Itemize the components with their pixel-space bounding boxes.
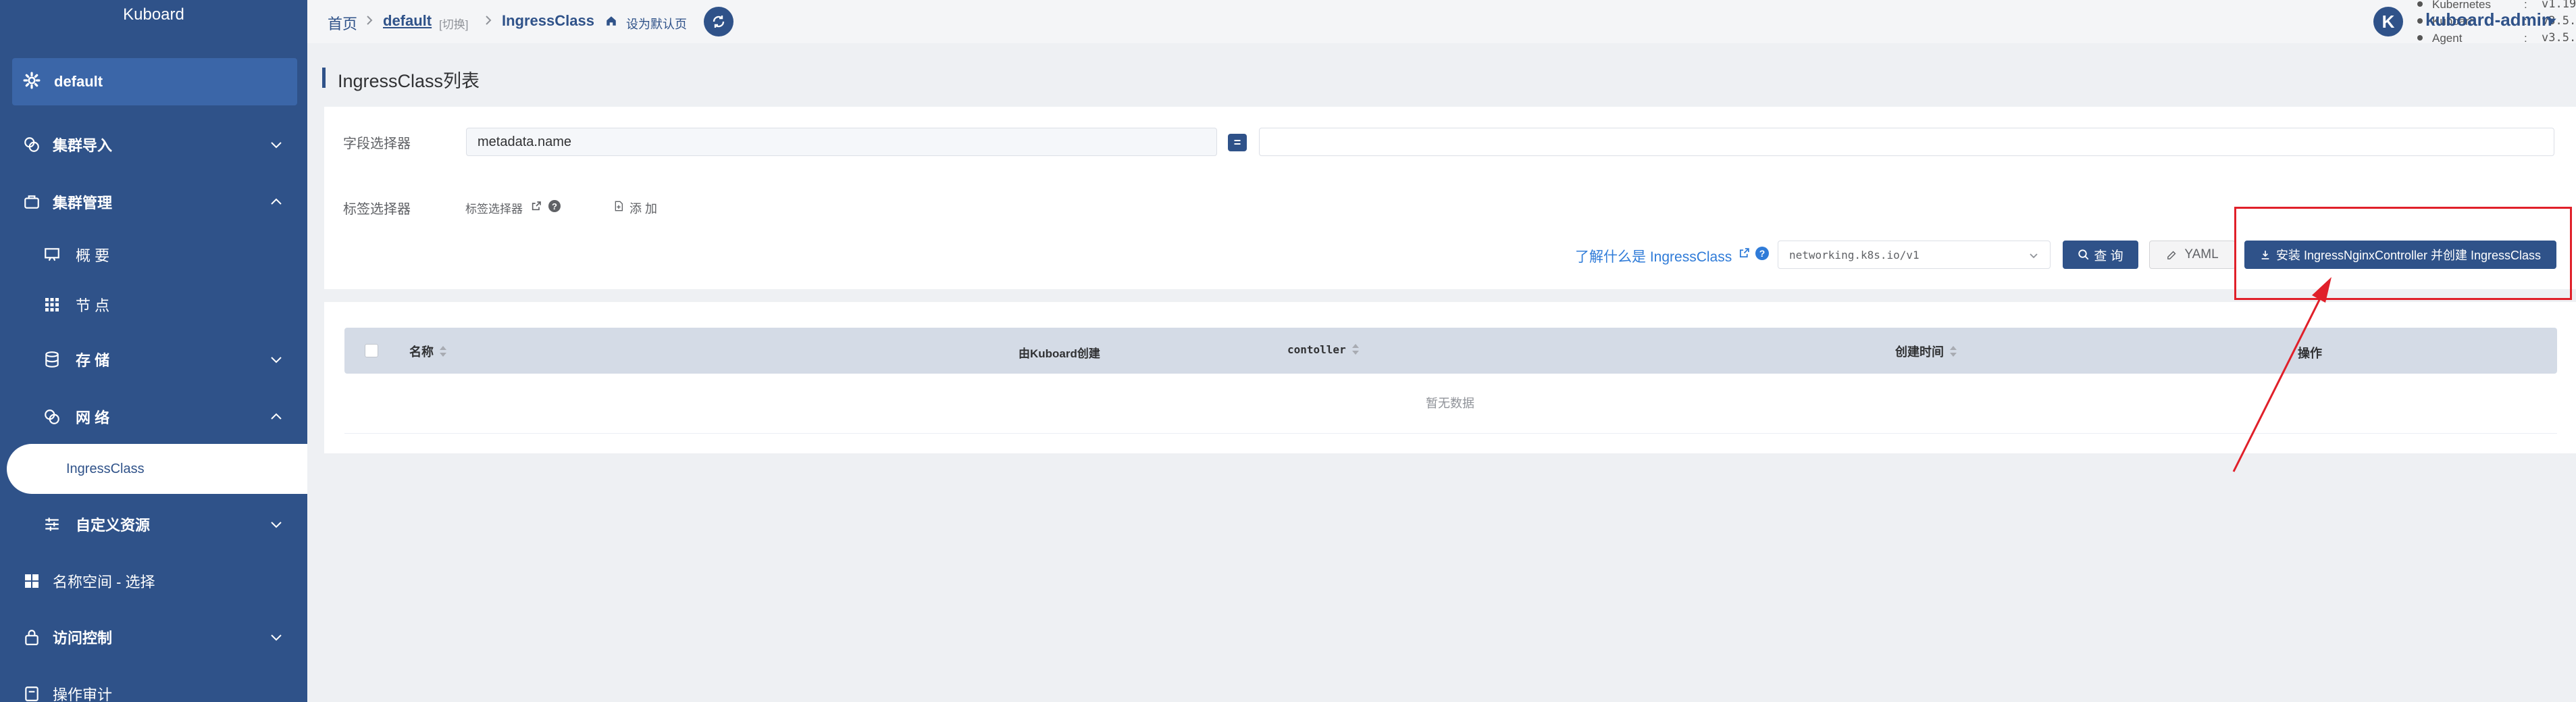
sidebar-item-label: IngressClass: [66, 461, 145, 476]
caret-down-icon[interactable]: [2546, 15, 2558, 27]
overview-icon: [42, 245, 62, 265]
chevron-right-icon: [367, 16, 373, 25]
home-icon: [607, 16, 616, 26]
network-icon: [42, 407, 62, 427]
cluster-manage-icon: [22, 192, 42, 212]
set-default-page-link[interactable]: 设为默认页: [626, 15, 687, 32]
sidebar-item-label: 节 点: [76, 297, 110, 314]
operator-badge: =: [1228, 134, 1247, 151]
annotation-highlight-box: [2234, 207, 2572, 300]
sidebar-item-nodes[interactable]: 节 点: [0, 280, 307, 329]
help-icon[interactable]: ?: [1755, 247, 1769, 260]
label-selector-link[interactable]: 标签选择器: [465, 199, 523, 216]
label-selector-label: 标签选择器: [343, 202, 411, 217]
column-header-actions: 操作: [2298, 347, 2322, 360]
sidebar-item-storage[interactable]: 存 储: [0, 335, 307, 384]
sidebar-item-label: 存 储: [76, 352, 110, 369]
query-button-label: 查 询: [2094, 249, 2123, 264]
column-header-created-time[interactable]: 创建时间: [1895, 343, 1957, 360]
api-version-value: networking.k8s.io/v1: [1789, 248, 1920, 261]
chevron-up-icon: [271, 413, 282, 420]
learn-ingressclass-link[interactable]: 了解什么是 IngressClass: [1575, 246, 1732, 266]
sidebar-item-access-control[interactable]: 访问控制: [0, 613, 307, 661]
add-document-icon: [615, 201, 623, 211]
breadcrumb-switch-link[interactable]: [切换]: [439, 15, 468, 32]
sidebar: Kuboard default 集群导入 集群管理 概 要 节 点 存 储 网 …: [0, 0, 307, 702]
edit-icon: [2167, 251, 2176, 259]
sort-icon: [1351, 344, 1359, 355]
sidebar-item-audit[interactable]: 操作审计: [0, 670, 307, 702]
chevron-up-icon: [271, 198, 282, 205]
avatar[interactable]: K: [2373, 7, 2403, 36]
table-panel: 名称 由Kuboard创建 contoller 创建时间 操作 暂无数据: [324, 302, 2576, 453]
breadcrumb-current: IngressClass: [502, 12, 594, 29]
field-value-input[interactable]: [1259, 128, 2554, 156]
sidebar-item-cluster-manage[interactable]: 集群管理: [0, 178, 307, 226]
lock-icon: [22, 627, 42, 647]
user-menu[interactable]: kuboard-admin: [2425, 9, 2552, 30]
add-label-button[interactable]: 添 加: [629, 199, 657, 217]
api-version-select[interactable]: networking.k8s.io/v1: [1778, 241, 2051, 269]
chevron-down-icon: [271, 634, 282, 641]
gear-icon: [23, 72, 41, 93]
sort-icon: [1950, 346, 1957, 357]
sidebar-item-label: 概 要: [76, 247, 110, 264]
refresh-icon: [713, 16, 725, 28]
sidebar-item-label: 集群管理: [53, 195, 113, 211]
sidebar-item-label: 集群导入: [53, 137, 113, 154]
top-header: 首页 default [切换] IngressClass 设为默认页 Kuber…: [307, 0, 2576, 45]
yaml-button[interactable]: YAML: [2149, 241, 2236, 269]
select-all-checkbox[interactable]: [365, 344, 378, 357]
sidebar-item-label: 网 络: [76, 409, 110, 426]
table-header: 名称 由Kuboard创建 contoller 创建时间 操作: [344, 328, 2557, 374]
query-button[interactable]: 查 询: [2063, 241, 2138, 269]
page-title: IngressClass列表: [338, 71, 480, 91]
chevron-down-icon: [271, 522, 282, 528]
sidebar-item-ingressclass[interactable]: IngressClass: [7, 444, 307, 494]
breadcrumb-home[interactable]: 首页: [328, 12, 357, 34]
yaml-button-label: YAML: [2184, 247, 2219, 261]
brand-logo: Kuboard: [123, 5, 184, 24]
version-row: Agent:v3.5.1: [2415, 30, 2576, 47]
column-header-name[interactable]: 名称: [409, 343, 447, 360]
chevron-down-icon: [271, 357, 282, 363]
namespace-label: default: [54, 73, 103, 90]
breadcrumb-namespace[interactable]: default: [383, 12, 432, 30]
storage-icon: [42, 349, 62, 370]
field-name-input[interactable]: metadata.name: [466, 128, 1217, 156]
sort-icon: [440, 346, 446, 357]
nodes-icon: [42, 295, 62, 315]
sidebar-item-label: 自定义资源: [76, 517, 151, 534]
sidebar-item-label: 访问控制: [53, 630, 113, 647]
empty-placeholder: 暂无数据: [1426, 397, 1474, 410]
column-header-controller[interactable]: contoller: [1287, 343, 1360, 356]
search-icon: [2078, 249, 2089, 260]
chevron-down-icon: [2030, 253, 2038, 259]
sidebar-item-label: 名称空间 - 选择: [53, 574, 155, 591]
chevron-right-icon: [486, 16, 492, 25]
sidebar-item-network[interactable]: 网 络: [0, 393, 307, 441]
field-selector-label: 字段选择器: [343, 136, 411, 151]
chevron-down-icon: [271, 142, 282, 149]
sidebar-item-cluster-import[interactable]: 集群导入: [0, 120, 307, 169]
row-divider: [344, 433, 2557, 434]
audit-icon: [22, 684, 42, 702]
external-link-icon: [1739, 248, 1749, 258]
cluster-import-icon: [22, 134, 42, 155]
namespace-grid-icon: [22, 571, 42, 591]
title-accent: [322, 68, 326, 88]
sidebar-item-namespace-select[interactable]: 名称空间 - 选择: [0, 557, 307, 605]
refresh-button[interactable]: [704, 7, 733, 36]
external-link-icon: [532, 201, 541, 211]
namespace-selector[interactable]: default: [12, 58, 297, 105]
sidebar-item-overview[interactable]: 概 要: [0, 230, 307, 279]
sidebar-item-custom-resources[interactable]: 自定义资源: [0, 500, 307, 549]
help-icon[interactable]: ?: [548, 200, 561, 212]
sidebar-item-label: 操作审计: [53, 686, 113, 702]
custom-resource-icon: [42, 514, 62, 534]
column-header-kuboard-created: 由Kuboard创建: [1019, 347, 1100, 360]
